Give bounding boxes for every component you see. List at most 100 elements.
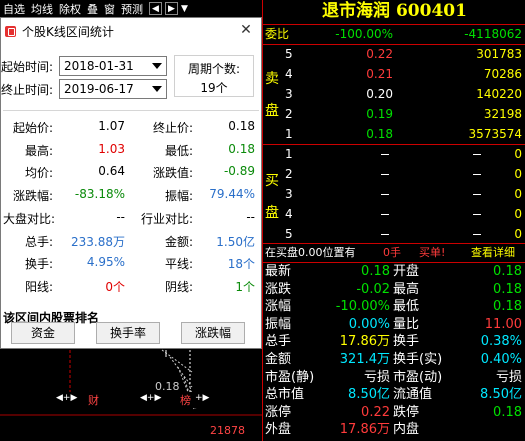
buy-level-row[interactable]: 20 (263, 165, 525, 184)
quote-value-right: 0.18 (493, 404, 522, 420)
quote-value-left: 亏损 (363, 369, 390, 385)
quote-value-right: 11.00 (484, 316, 522, 332)
stat-value: 1.50亿 (216, 234, 255, 249)
quote-value-left: 0.22 (361, 404, 390, 420)
quote-label-right: 跌停 (393, 404, 420, 420)
axis-right-arrow-icon[interactable]: +▶ (195, 393, 209, 403)
period-count-box: 周期个数: 19个 (174, 55, 254, 97)
quote-label-right: 量比 (393, 316, 420, 332)
stat-value: -83.18% (74, 187, 125, 202)
stat-label: 振幅: (164, 189, 193, 204)
buy-level-label: 5 (285, 227, 293, 241)
stat-label: 总手: (24, 234, 53, 249)
rank-by-fund-button[interactable]: 资金 (11, 322, 75, 344)
dialog-titlebar[interactable]: 个股K线区间统计 ✕ (1, 18, 261, 44)
sell-level-volume: 301783 (476, 47, 522, 61)
buy-level-price-empty (381, 185, 389, 204)
quote-row: 最新 0.18 开盘 0.18 (263, 263, 525, 281)
quote-row: 总手 17.86万 换手 0.38% (263, 333, 525, 351)
nav-right-icon[interactable]: ▶ (165, 2, 178, 15)
stat-label: 涨跌幅: (12, 189, 53, 204)
quote-label-right: 内盘 (393, 422, 420, 438)
view-detail-link[interactable]: 查看详细 (471, 243, 515, 262)
quote-label-left: 总手 (265, 334, 292, 350)
stat-label: 阳线: (24, 279, 53, 294)
stat-value: 233.88万 (71, 234, 125, 249)
quote-label-right: 最低 (393, 299, 420, 315)
sell-side-label-bottom: 盘 (265, 103, 279, 119)
nav-down-icon[interactable]: ▼ (178, 4, 191, 14)
chevron-down-icon (152, 63, 162, 69)
quote-value-left: -0.02 (356, 281, 390, 297)
stats-table: 起始价: 1.07 终止价: 0.18 最高: 1.03 最低: 0.18 均价: 0.64 涨跌值… (3, 110, 259, 310)
quote-label-left: 涨幅 (265, 299, 292, 315)
buy-level-row[interactable]: 50 (263, 225, 525, 244)
stat-label: 行业对比: (140, 211, 193, 226)
stat-label: 大盘对比: (3, 211, 56, 226)
axis-mid-arrow-icon[interactable]: ◀+▶ (140, 393, 161, 403)
toolbar-item-exright[interactable]: 除权 (56, 1, 84, 17)
sell-level-label: 5 (285, 47, 293, 61)
sell-level-row[interactable]: 1 0.18 3573574 (263, 125, 525, 144)
sell-level-price: 0.21 (366, 67, 393, 81)
quote-row: 振幅 0.00% 量比 11.00 (263, 316, 525, 334)
buy-level-row[interactable]: 30 (263, 185, 525, 204)
stat-value: 0.64 (98, 164, 125, 179)
sell-level-row[interactable]: 4 0.21 70286 (263, 65, 525, 84)
order-ratio-row: 委比 -100.00% -4118062 (263, 25, 525, 44)
sell-level-row[interactable]: 5 0.22 301783 (263, 45, 525, 64)
order-ratio-label: 委比 (265, 27, 290, 41)
buy-level-row[interactable]: 40 (263, 205, 525, 224)
chevron-down-icon (152, 86, 162, 92)
period-count-value: 19个 (200, 81, 228, 95)
toolbar-item-ma[interactable]: 均线 (28, 1, 56, 17)
quote-label-right: 市盈(动) (393, 369, 443, 385)
order-ratio-value: -100.00% (335, 27, 393, 41)
stat-label: 阴线: (164, 279, 193, 294)
quote-label-right: 最高 (393, 281, 420, 297)
stat-label: 均价: (24, 166, 53, 181)
sell-level-label: 4 (285, 67, 293, 81)
rank-by-change-button[interactable]: 涨跌幅 (181, 322, 245, 344)
quote-row: 涨跌 -0.02 最高 0.18 (263, 281, 525, 299)
quote-value-right: 8.50亿 (480, 387, 522, 403)
quote-value-left: 17.86万 (339, 422, 390, 438)
buy-level-row[interactable]: 10 (263, 145, 525, 164)
quote-value-left: 321.4万 (339, 352, 390, 367)
stat-value: 0个 (105, 279, 125, 294)
close-icon[interactable]: ✕ (237, 21, 255, 39)
buy-level-volume: 0 (514, 187, 522, 201)
stat-value: 1.03 (98, 141, 125, 156)
stat-label: 换手: (24, 257, 53, 272)
quote-row: 总市值 8.50亿 流通值 8.50亿 (263, 386, 525, 404)
axis-left-arrow-icon[interactable]: ◀+▶ (56, 393, 77, 403)
stat-label: 最低: (164, 143, 193, 158)
toolbar-item-forecast[interactable]: 预测 (118, 1, 146, 17)
rank-by-turnover-button[interactable]: 换手率 (96, 322, 160, 344)
order-status-qty: 0手 (383, 246, 401, 259)
stat-label: 金额: (164, 234, 193, 249)
start-time-select[interactable]: 2018-01-31 (59, 56, 167, 76)
quote-label-left: 金额 (265, 352, 292, 367)
toolbar-item-watchlist[interactable]: 自选 (0, 1, 28, 17)
axis-marker-finance[interactable]: 财 (88, 392, 99, 408)
quote-label-left: 最新 (265, 264, 292, 279)
sell-level-row[interactable]: 2 0.19 32198 (263, 105, 525, 124)
quote-value-right: 0.40% (480, 352, 522, 367)
end-time-select[interactable]: 2019-06-17 (59, 79, 167, 99)
order-status-text: 在买盘0.00位置有 (265, 246, 356, 259)
stat-value: 79.44% (209, 187, 255, 202)
toolbar-item-overlay[interactable]: 叠 (84, 1, 101, 17)
sell-level-volume: 32198 (483, 107, 522, 121)
sell-level-price: 0.18 (366, 127, 393, 141)
toolbar-item-window[interactable]: 窗 (101, 1, 118, 17)
nav-left-icon[interactable]: ◀ (149, 2, 162, 15)
quote-value-right: 0.18 (493, 281, 522, 297)
quote-value-left: 17.86万 (339, 334, 390, 350)
sell-level-price: 0.22 (366, 47, 393, 61)
sell-level-row[interactable]: 3 0.20 140220 (263, 85, 525, 104)
order-ratio-diff: -4118062 (464, 27, 522, 41)
stat-value: 4.95% (86, 255, 125, 270)
start-time-value: 2018-01-31 (64, 59, 134, 73)
axis-marker-rank[interactable]: 榜 (180, 392, 191, 408)
